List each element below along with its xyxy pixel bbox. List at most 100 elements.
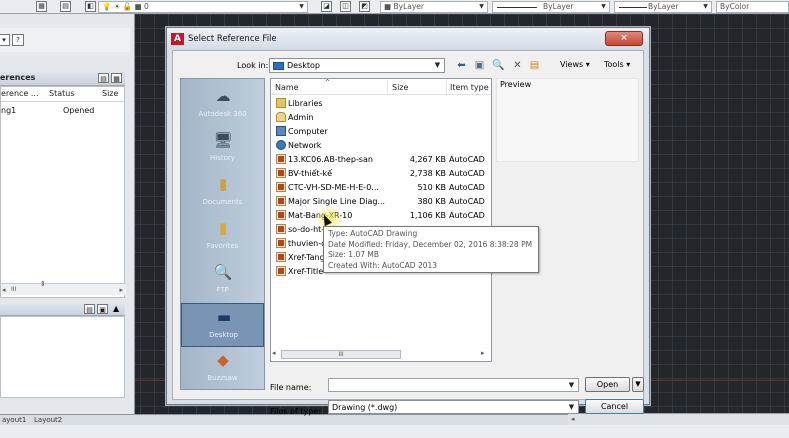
- lineweight-combo[interactable]: ByLayer ▼: [614, 1, 712, 13]
- dwg-file-icon: [276, 154, 286, 164]
- place-label: History: [210, 154, 235, 162]
- linetype-value: ByLayer: [543, 2, 574, 11]
- file-references-list[interactable]: erence ... Status Size ng1 Opened ◂ III …: [0, 86, 126, 298]
- back-icon[interactable]: ⬅: [455, 59, 468, 72]
- collapse-icon[interactable]: ▲: [113, 304, 119, 313]
- column-size[interactable]: Size: [392, 83, 408, 92]
- reference-name[interactable]: ng1: [1, 106, 16, 115]
- list-item[interactable]: 13.KC06.AB-thep-san 4,267 KB AutoCAD: [271, 152, 491, 166]
- scroll-left-icon[interactable]: ◂: [2, 286, 6, 294]
- place-ftp[interactable]: 🔍 FTP: [181, 259, 264, 303]
- file-name: 13.KC06.AB-thep-san: [288, 155, 373, 164]
- layer-match-icon[interactable]: ◧: [85, 1, 96, 12]
- place-documents[interactable]: ▮ Documents: [181, 171, 264, 215]
- dwg-file-icon: [276, 238, 286, 248]
- column-separator: [446, 80, 447, 94]
- open-button[interactable]: Open: [585, 377, 630, 392]
- column-status[interactable]: Status: [49, 89, 75, 98]
- file-list[interactable]: Name ^ Size Item type Libraries Admin Co…: [270, 78, 492, 362]
- file-name: CTC-VH-SD-ME-H-E-0...: [288, 183, 379, 192]
- scroll-left-icon[interactable]: ◂: [272, 349, 276, 357]
- color-combo[interactable]: ■ ByLayer ▼: [380, 1, 488, 13]
- list-item[interactable]: BV-thiết-kế 2,738 KB AutoCAD: [271, 166, 491, 180]
- cancel-button[interactable]: Cancel: [585, 399, 644, 414]
- scroll-thumb[interactable]: III: [11, 286, 16, 293]
- file-name-label: File name:: [270, 383, 312, 392]
- linetype-combo[interactable]: ByLayer ▼: [492, 1, 610, 13]
- preview-toggle-icon[interactable]: ▣: [97, 304, 108, 314]
- list-item[interactable]: Network: [271, 138, 491, 152]
- look-in-label: Look in:: [237, 61, 269, 70]
- tab-layout1[interactable]: ayout1: [2, 416, 26, 424]
- file-list-horizontal-scrollbar[interactable]: ◂ III ▸: [271, 347, 491, 361]
- create-folder-icon[interactable]: ▤: [528, 59, 541, 72]
- plotstyle-combo[interactable]: ByColor: [716, 1, 789, 13]
- list-item[interactable]: Mat-Bang-XR-10 1,106 KB AutoCAD: [271, 208, 491, 222]
- views-menu[interactable]: Views ▾: [560, 60, 590, 69]
- column-size[interactable]: Size: [102, 89, 118, 98]
- file-name: Computer: [288, 127, 328, 136]
- desktop-icon: ▬: [216, 308, 232, 326]
- status-bar: [0, 425, 789, 438]
- list-item[interactable]: Admin: [271, 110, 491, 124]
- delete-icon[interactable]: ✕: [511, 59, 524, 72]
- list-item[interactable]: Libraries: [271, 96, 491, 110]
- attach-dropdown-icon[interactable]: ▾: [0, 34, 10, 46]
- scroll-thumb[interactable]: III: [281, 350, 401, 359]
- file-name: BV-thiết-kế: [288, 169, 333, 178]
- layer-combo[interactable]: 💡 ☀ 🔓 ■ 0 ▼: [98, 1, 308, 13]
- scroll-right-icon[interactable]: ▸: [481, 349, 485, 357]
- file-name-field[interactable]: ▼: [328, 378, 579, 392]
- file-references-header: erences ▤ ▦: [0, 72, 125, 86]
- layer-iso-icon[interactable]: ◩: [359, 1, 370, 12]
- place-autodesk-360[interactable]: ☁ Autodesk 360: [181, 83, 264, 127]
- lineweight-value: ByLayer: [648, 2, 679, 11]
- file-name: Network: [288, 141, 322, 150]
- file-name: Libraries: [288, 99, 323, 108]
- place-favorites[interactable]: ▮ Favorites: [181, 215, 264, 259]
- preview-panel: Preview: [496, 78, 639, 162]
- lineweight-preview: [619, 7, 647, 8]
- details-icon[interactable]: ▤: [84, 304, 95, 314]
- splitter-grip-icon[interactable]: ⇕: [40, 280, 46, 288]
- layer-icon[interactable]: ▦: [36, 1, 47, 12]
- place-buzzsaw[interactable]: ◆ Buzzsaw: [181, 347, 264, 391]
- files-of-type-dropdown[interactable]: Drawing (*.dwg) ▼: [328, 400, 579, 414]
- places-bar: ☁ Autodesk 360 🖥 History ▮ Documents ▮ F…: [180, 78, 265, 390]
- close-button[interactable]: ×: [605, 31, 643, 46]
- open-options-dropdown[interactable]: ▼: [632, 377, 644, 392]
- up-folder-icon[interactable]: ▣: [473, 59, 486, 72]
- list-item[interactable]: Computer: [271, 124, 491, 138]
- xref-horizontal-scrollbar[interactable]: ◂ III ▸: [1, 283, 126, 295]
- place-history[interactable]: 🖥 History: [181, 127, 264, 171]
- canvas-horizontal-scrollbar[interactable]: ◂: [568, 413, 789, 425]
- layer-previous-icon[interactable]: ◫: [340, 1, 351, 12]
- place-label: Buzzsaw: [207, 374, 238, 382]
- column-name[interactable]: Name: [275, 83, 299, 92]
- tab-layout2[interactable]: Layout2: [34, 416, 62, 424]
- scroll-right-icon[interactable]: ▸: [119, 286, 123, 294]
- column-item-type[interactable]: Item type: [450, 83, 489, 92]
- tree-view-icon[interactable]: ▦: [111, 73, 122, 83]
- look-in-dropdown[interactable]: Desktop ▼: [269, 58, 445, 73]
- scroll-left-icon[interactable]: ◂: [571, 415, 575, 423]
- list-item[interactable]: Major Single Line Diag... 380 KB AutoCAD: [271, 194, 491, 208]
- chevron-down-icon: ▼: [434, 61, 441, 69]
- search-web-icon[interactable]: 🔍: [492, 59, 505, 72]
- help-icon[interactable]: ?: [12, 34, 24, 46]
- cloud-icon: ☁: [215, 87, 231, 105]
- dialog-titlebar[interactable]: A Select Reference File ×: [167, 28, 649, 50]
- tools-menu[interactable]: Tools ▾: [604, 60, 630, 69]
- buzzsaw-icon: ◆: [217, 351, 229, 369]
- list-item[interactable]: CTC-VH-SD-ME-H-E-0... 510 KB AutoCAD: [271, 180, 491, 194]
- autocad-logo-icon: A: [171, 33, 184, 45]
- details-panel: [0, 316, 125, 398]
- file-size: 4,267 KB: [409, 155, 446, 164]
- dwg-file-icon: [276, 168, 286, 178]
- column-reference-name[interactable]: erence ...: [1, 89, 39, 98]
- list-view-icon[interactable]: ▤: [98, 73, 109, 83]
- make-current-icon[interactable]: ◪: [321, 1, 332, 12]
- place-desktop[interactable]: ▬ Desktop: [181, 303, 264, 347]
- layer-states-icon[interactable]: ▤: [60, 1, 71, 12]
- chevron-down-icon: ▼: [601, 3, 606, 10]
